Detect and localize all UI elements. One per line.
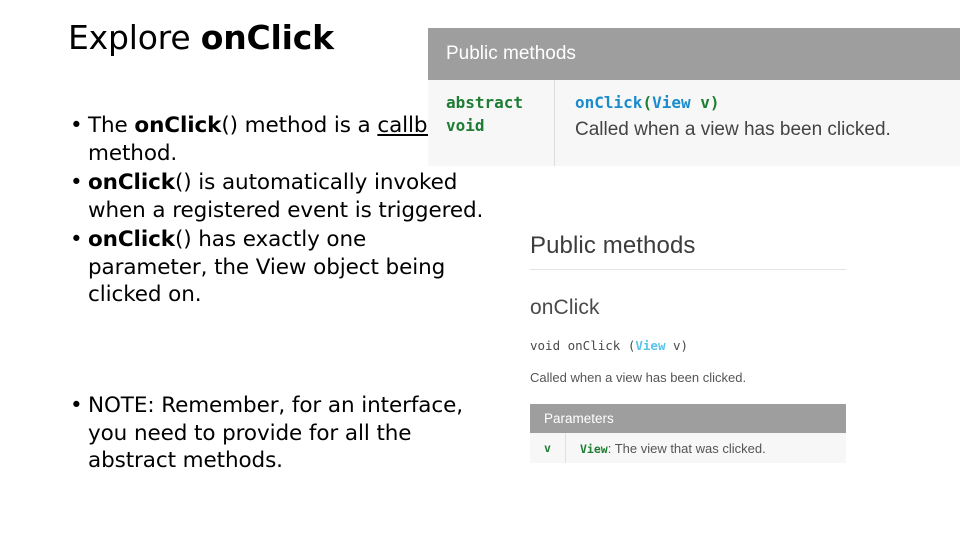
doc-signature-method: onClick ( xyxy=(560,338,636,353)
method-signature: onClick(View v) xyxy=(575,91,960,114)
text-run-bold: onClick xyxy=(134,113,222,138)
signature-param-name: v xyxy=(700,93,710,112)
public-methods-panel: Public methods abstract void onClick(Vie… xyxy=(428,28,960,166)
slide-canvas: Explore onClick The onClick() method is … xyxy=(0,0,960,540)
text-run-bold: onClick xyxy=(88,227,175,253)
list-item: onClick() has exactly one parameter, the… xyxy=(66,226,486,309)
list-item: onClick() is automatically invoked when … xyxy=(66,169,486,224)
list-item: The onClick() method is a callback metho… xyxy=(66,112,486,167)
list-item-note: NOTE: Remember, for an interface, you ne… xyxy=(66,392,486,475)
method-signature-column: onClick(View v) Called when a view has b… xyxy=(555,80,960,166)
page-title-prefix: Explore xyxy=(68,18,201,57)
signature-space xyxy=(691,93,701,112)
note-list: NOTE: Remember, for an interface, you ne… xyxy=(66,392,486,477)
parameter-type: View xyxy=(580,441,608,456)
page-title-emphasis: onClick xyxy=(200,18,334,57)
method-description: Called when a view has been clicked. xyxy=(575,119,891,141)
text-run-normal: method. xyxy=(88,140,178,166)
text-run-normal: NOTE: Remember, for an interface, you ne… xyxy=(88,393,463,474)
bullet-list: The onClick() method is a callback metho… xyxy=(66,112,486,311)
doc-method-heading: onClick xyxy=(530,296,600,319)
signature-open-paren: ( xyxy=(642,93,653,112)
doc-method-description: Called when a view has been clicked. xyxy=(530,370,747,385)
panel-header: Public methods xyxy=(428,28,960,80)
parameter-description-cell: View: The view that was clicked. xyxy=(566,441,846,456)
parameters-header-label: Parameters xyxy=(544,411,614,426)
panel-header-label: Public methods xyxy=(446,43,576,64)
text-run-normal: The xyxy=(88,113,135,138)
parameters-table-header: Parameters xyxy=(530,404,846,433)
method-modifier-column: abstract void xyxy=(428,80,555,166)
page-title: Explore onClick xyxy=(68,18,334,57)
signature-param-type[interactable]: View xyxy=(652,93,691,112)
doc-section-title: Public methods xyxy=(530,232,846,270)
doc-signature-param-name: v) xyxy=(665,338,689,353)
doc-signature-return-type: void xyxy=(530,338,561,353)
modifier-void: void xyxy=(446,116,485,136)
doc-signature-param-type[interactable]: View xyxy=(635,338,665,353)
signature-close-paren: ) xyxy=(709,93,720,112)
panel-body: abstract void onClick(View v) Called whe… xyxy=(428,80,960,166)
table-row: v View: The view that was clicked. xyxy=(530,433,846,463)
text-run-normal: () method is a xyxy=(221,113,378,138)
signature-method-name[interactable]: onClick xyxy=(575,93,642,112)
modifier-abstract: abstract xyxy=(446,93,524,112)
doc-method-signature: void onClick (View v) xyxy=(530,338,846,353)
parameters-table: Parameters v View: The view that was cli… xyxy=(530,404,846,463)
onclick-doc-excerpt: Public methods onClick void onClick (Vie… xyxy=(530,232,846,463)
text-run-bold: onClick xyxy=(88,170,175,196)
parameter-description-text: : The view that was clicked. xyxy=(607,440,766,456)
parameter-name-cell: v xyxy=(530,433,566,463)
